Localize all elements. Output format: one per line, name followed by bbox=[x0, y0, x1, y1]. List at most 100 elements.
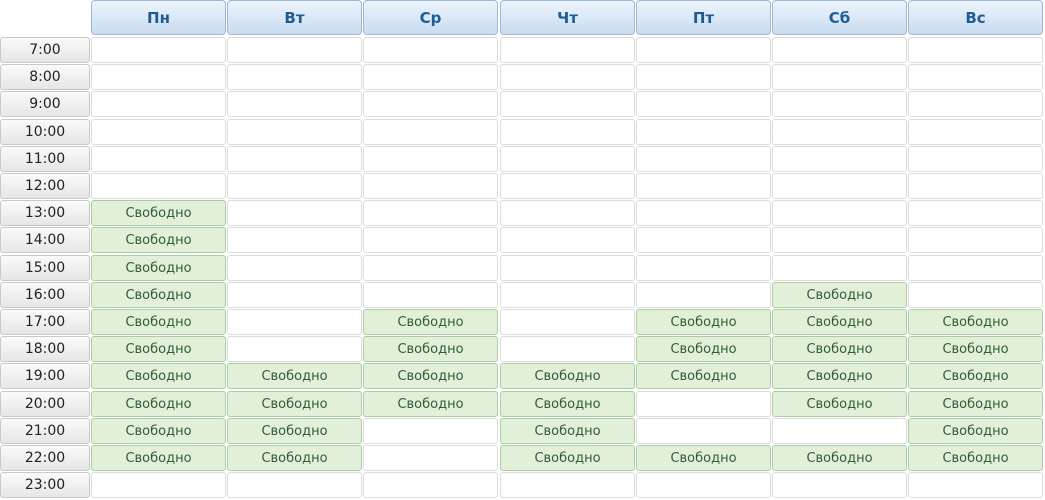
slot-empty[interactable] bbox=[636, 64, 771, 90]
slot-empty[interactable] bbox=[772, 200, 907, 226]
slot-empty[interactable] bbox=[908, 173, 1043, 199]
slot-free[interactable]: Свободно bbox=[227, 445, 362, 471]
slot-empty[interactable] bbox=[91, 37, 226, 63]
slot-empty[interactable] bbox=[363, 445, 498, 471]
slot-empty[interactable] bbox=[500, 37, 635, 63]
slot-empty[interactable] bbox=[500, 200, 635, 226]
slot-empty[interactable] bbox=[500, 146, 635, 172]
slot-empty[interactable] bbox=[500, 309, 635, 335]
slot-empty[interactable] bbox=[500, 119, 635, 145]
slot-free[interactable]: Свободно bbox=[227, 391, 362, 417]
slot-empty[interactable] bbox=[772, 37, 907, 63]
slot-free[interactable]: Свободно bbox=[636, 336, 771, 362]
slot-empty[interactable] bbox=[363, 472, 498, 498]
slot-empty[interactable] bbox=[227, 37, 362, 63]
slot-empty[interactable] bbox=[363, 200, 498, 226]
slot-free[interactable]: Свободно bbox=[91, 200, 226, 226]
slot-empty[interactable] bbox=[363, 173, 498, 199]
slot-empty[interactable] bbox=[227, 119, 362, 145]
slot-empty[interactable] bbox=[363, 418, 498, 444]
slot-free[interactable]: Свободно bbox=[772, 282, 907, 308]
slot-empty[interactable] bbox=[636, 119, 771, 145]
slot-empty[interactable] bbox=[772, 146, 907, 172]
slot-free[interactable]: Свободно bbox=[91, 227, 226, 253]
slot-empty[interactable] bbox=[636, 472, 771, 498]
slot-empty[interactable] bbox=[908, 472, 1043, 498]
slot-free[interactable]: Свободно bbox=[908, 336, 1043, 362]
slot-empty[interactable] bbox=[227, 255, 362, 281]
slot-empty[interactable] bbox=[908, 37, 1043, 63]
slot-empty[interactable] bbox=[91, 173, 226, 199]
slot-empty[interactable] bbox=[772, 418, 907, 444]
slot-free[interactable]: Свободно bbox=[91, 336, 226, 362]
slot-empty[interactable] bbox=[91, 146, 226, 172]
slot-empty[interactable] bbox=[363, 119, 498, 145]
slot-empty[interactable] bbox=[91, 91, 226, 117]
slot-free[interactable]: Свободно bbox=[91, 391, 226, 417]
slot-free[interactable]: Свободно bbox=[363, 363, 498, 389]
slot-empty[interactable] bbox=[91, 64, 226, 90]
slot-empty[interactable] bbox=[908, 255, 1043, 281]
slot-empty[interactable] bbox=[227, 200, 362, 226]
slot-empty[interactable] bbox=[636, 91, 771, 117]
slot-free[interactable]: Свободно bbox=[91, 255, 226, 281]
slot-empty[interactable] bbox=[227, 64, 362, 90]
slot-empty[interactable] bbox=[908, 64, 1043, 90]
slot-empty[interactable] bbox=[227, 227, 362, 253]
slot-free[interactable]: Свободно bbox=[772, 391, 907, 417]
slot-free[interactable]: Свободно bbox=[636, 309, 771, 335]
slot-empty[interactable] bbox=[500, 227, 635, 253]
slot-free[interactable]: Свободно bbox=[772, 445, 907, 471]
slot-empty[interactable] bbox=[500, 64, 635, 90]
slot-empty[interactable] bbox=[772, 119, 907, 145]
slot-empty[interactable] bbox=[227, 146, 362, 172]
slot-empty[interactable] bbox=[500, 472, 635, 498]
slot-free[interactable]: Свободно bbox=[363, 309, 498, 335]
slot-free[interactable]: Свободно bbox=[91, 309, 226, 335]
slot-free[interactable]: Свободно bbox=[227, 363, 362, 389]
slot-empty[interactable] bbox=[636, 173, 771, 199]
slot-free[interactable]: Свободно bbox=[908, 363, 1043, 389]
slot-empty[interactable] bbox=[772, 227, 907, 253]
slot-free[interactable]: Свободно bbox=[500, 391, 635, 417]
slot-empty[interactable] bbox=[772, 255, 907, 281]
slot-empty[interactable] bbox=[636, 200, 771, 226]
slot-empty[interactable] bbox=[636, 37, 771, 63]
slot-empty[interactable] bbox=[772, 173, 907, 199]
slot-empty[interactable] bbox=[636, 282, 771, 308]
slot-free[interactable]: Свободно bbox=[772, 336, 907, 362]
slot-free[interactable]: Свободно bbox=[636, 363, 771, 389]
slot-empty[interactable] bbox=[363, 91, 498, 117]
slot-empty[interactable] bbox=[363, 146, 498, 172]
slot-empty[interactable] bbox=[908, 91, 1043, 117]
slot-empty[interactable] bbox=[227, 472, 362, 498]
slot-empty[interactable] bbox=[363, 37, 498, 63]
slot-free[interactable]: Свободно bbox=[91, 363, 226, 389]
slot-empty[interactable] bbox=[908, 146, 1043, 172]
slot-free[interactable]: Свободно bbox=[636, 445, 771, 471]
slot-free[interactable]: Свободно bbox=[363, 336, 498, 362]
slot-free[interactable]: Свободно bbox=[500, 418, 635, 444]
slot-empty[interactable] bbox=[91, 472, 226, 498]
slot-empty[interactable] bbox=[227, 309, 362, 335]
slot-empty[interactable] bbox=[636, 391, 771, 417]
slot-free[interactable]: Свободно bbox=[500, 363, 635, 389]
slot-empty[interactable] bbox=[908, 227, 1043, 253]
slot-empty[interactable] bbox=[636, 227, 771, 253]
slot-empty[interactable] bbox=[227, 91, 362, 117]
slot-free[interactable]: Свободно bbox=[91, 445, 226, 471]
slot-free[interactable]: Свободно bbox=[772, 363, 907, 389]
slot-empty[interactable] bbox=[636, 146, 771, 172]
slot-free[interactable]: Свободно bbox=[908, 391, 1043, 417]
slot-empty[interactable] bbox=[772, 64, 907, 90]
slot-free[interactable]: Свободно bbox=[91, 418, 226, 444]
slot-empty[interactable] bbox=[908, 200, 1043, 226]
slot-free[interactable]: Свободно bbox=[227, 418, 362, 444]
slot-empty[interactable] bbox=[500, 173, 635, 199]
slot-free[interactable]: Свободно bbox=[363, 391, 498, 417]
slot-empty[interactable] bbox=[636, 255, 771, 281]
slot-empty[interactable] bbox=[500, 255, 635, 281]
slot-empty[interactable] bbox=[363, 227, 498, 253]
slot-empty[interactable] bbox=[500, 336, 635, 362]
slot-empty[interactable] bbox=[500, 91, 635, 117]
